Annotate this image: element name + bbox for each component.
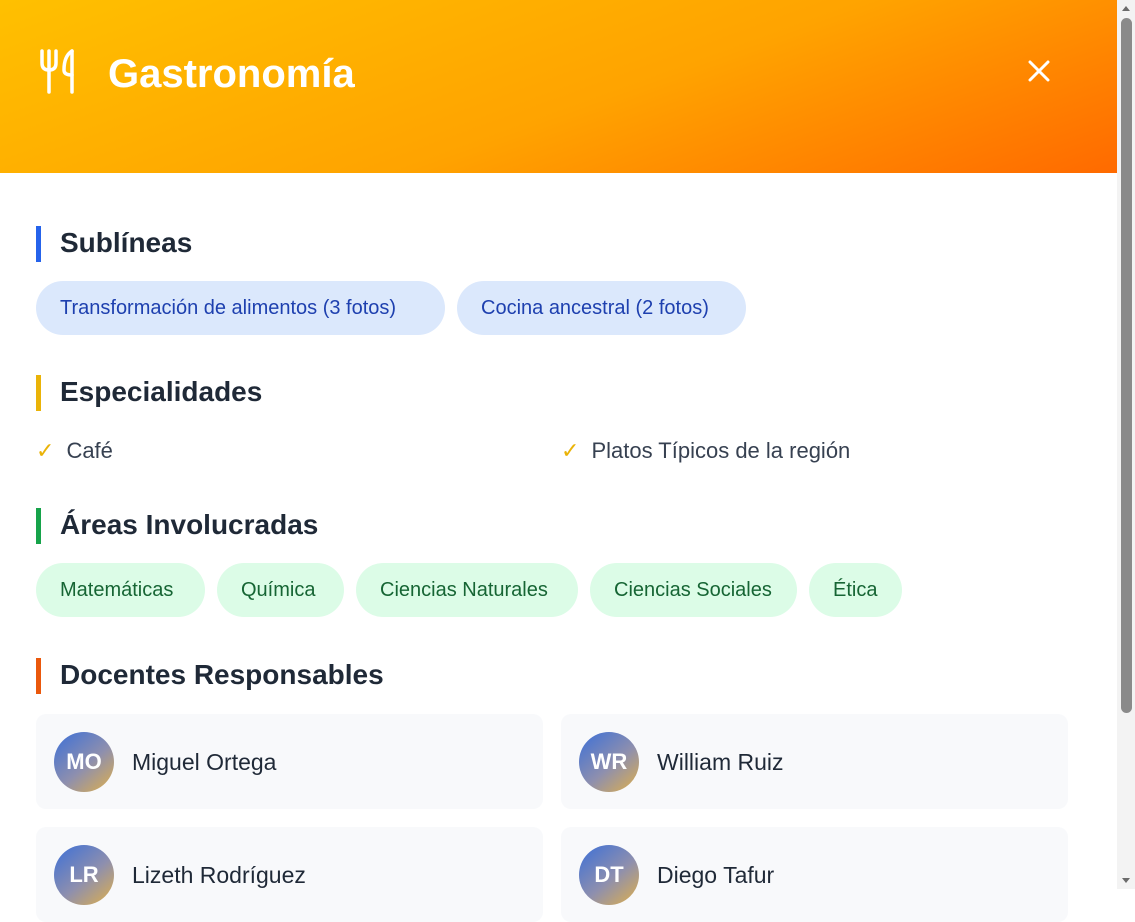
teacher-name: William Ruiz (657, 749, 784, 775)
teacher-name: Lizeth Rodríguez (132, 862, 306, 888)
sublineas-heading: Sublíneas (36, 225, 193, 262)
areas-heading: Áreas Involucradas (36, 507, 319, 544)
scrollbar-thumb[interactable] (1121, 18, 1132, 713)
docentes-heading: Docentes Responsables (36, 657, 384, 694)
specialty-label: Café (66, 438, 113, 463)
section-accent-bar (36, 508, 41, 544)
specialty-label: Platos Típicos de la región (591, 438, 851, 463)
sublineas-heading-text: Sublíneas (60, 227, 193, 258)
subline-chip[interactable]: Transformación de alimentos (3 fotos) (36, 281, 445, 335)
scroll-up-arrow-icon[interactable] (1117, 0, 1135, 18)
docentes-heading-text: Docentes Responsables (60, 659, 384, 690)
modal-title: Gastronomía (108, 52, 355, 96)
teacher-card[interactable]: MO Miguel Ortega (36, 714, 543, 809)
avatar: WR (579, 732, 639, 792)
area-chip[interactable]: Química (217, 563, 344, 617)
specialty-item: ✓ Café (36, 436, 113, 466)
teacher-name: Miguel Ortega (132, 749, 277, 775)
subline-chip[interactable]: Cocina ancestral (2 fotos) (457, 281, 746, 335)
teacher-card[interactable]: LR Lizeth Rodríguez (36, 827, 543, 922)
check-icon: ✓ (36, 438, 55, 463)
scrollbar[interactable] (1117, 0, 1135, 889)
check-icon: ✓ (561, 438, 580, 463)
section-accent-bar (36, 658, 41, 694)
area-chip[interactable]: Ética (809, 563, 902, 617)
area-chip[interactable]: Ciencias Naturales (356, 563, 578, 617)
close-button[interactable] (1016, 48, 1062, 94)
avatar: DT (579, 845, 639, 905)
section-accent-bar (36, 375, 41, 411)
teacher-card[interactable]: DT Diego Tafur (561, 827, 1068, 922)
section-accent-bar (36, 226, 41, 262)
areas-heading-text: Áreas Involucradas (60, 509, 319, 540)
area-chip[interactable]: Ciencias Sociales (590, 563, 797, 617)
especialidades-heading-text: Especialidades (60, 376, 263, 407)
especialidades-heading: Especialidades (36, 374, 263, 411)
area-chip[interactable]: Matemáticas (36, 563, 205, 617)
scroll-down-arrow-icon[interactable] (1117, 871, 1135, 889)
utensils-icon (40, 49, 74, 94)
modal-header: Gastronomía (0, 0, 1117, 173)
close-icon (1028, 60, 1050, 82)
avatar: MO (54, 732, 114, 792)
teacher-card[interactable]: WR William Ruiz (561, 714, 1068, 809)
specialty-item: ✓ Platos Típicos de la región (561, 436, 850, 466)
teacher-name: Diego Tafur (657, 862, 775, 888)
avatar: LR (54, 845, 114, 905)
